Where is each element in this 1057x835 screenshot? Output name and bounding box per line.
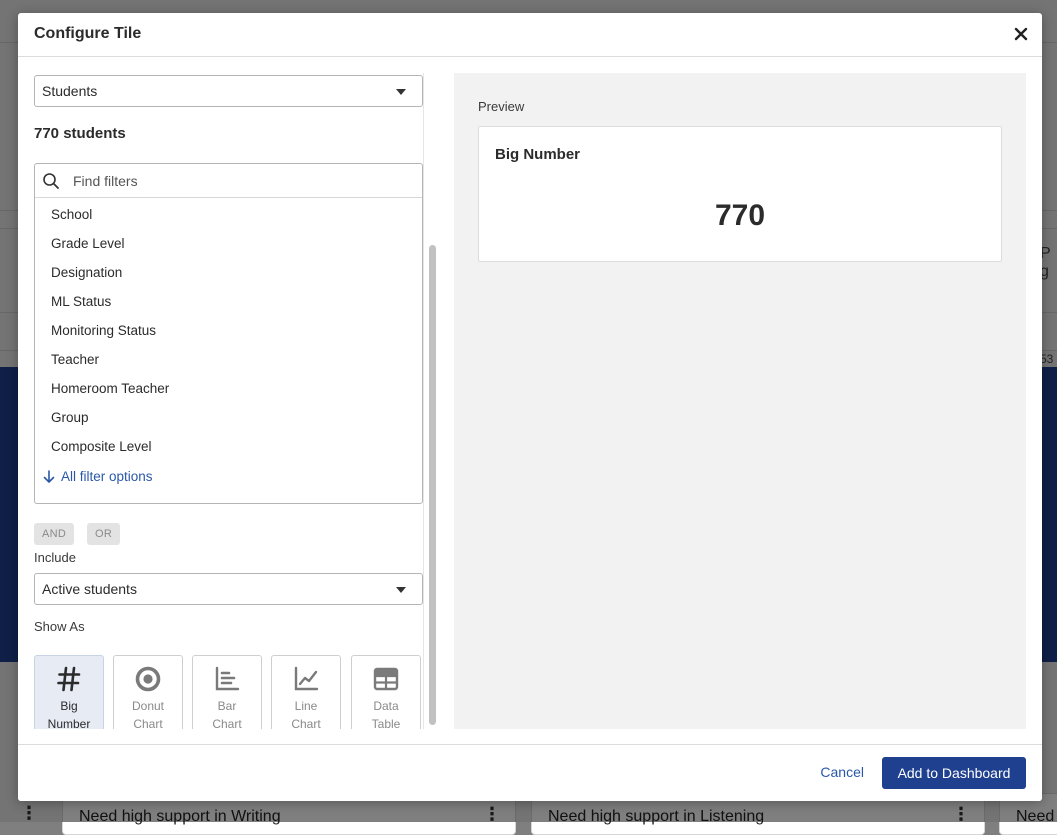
filter-list: School Grade Level Designation ML Status… xyxy=(35,200,422,461)
data-source-value: Students xyxy=(42,83,98,99)
show-as-data-table[interactable]: Data Table xyxy=(351,655,421,729)
configuration-panel: Students 770 students School Grade Level… xyxy=(34,73,423,729)
show-as-label-line2: Chart xyxy=(133,717,163,729)
filter-picker: School Grade Level Designation ML Status… xyxy=(34,163,423,504)
close-button[interactable] xyxy=(1010,23,1032,45)
filter-option-homeroom-teacher[interactable]: Homeroom Teacher xyxy=(35,374,422,403)
filter-option-monitoring-status[interactable]: Monitoring Status xyxy=(35,316,422,345)
show-as-label-line1: Bar xyxy=(217,699,237,713)
dialog-title: Configure Tile xyxy=(34,25,142,42)
hash-icon xyxy=(57,666,81,692)
filter-search-input[interactable] xyxy=(71,170,405,192)
show-as-bar-chart[interactable]: Bar Chart xyxy=(192,655,262,729)
show-as-label-line1: Data xyxy=(373,699,399,713)
arrow-down-icon xyxy=(43,469,55,483)
show-as-label-line1: Donut xyxy=(131,699,165,713)
and-button[interactable]: AND xyxy=(34,523,75,545)
configure-tile-dialog: Configure Tile Students 770 students Sch… xyxy=(18,13,1042,801)
show-as-label-line2: Table xyxy=(371,717,401,729)
caret-down-icon xyxy=(396,587,406,593)
search-icon xyxy=(43,173,59,189)
show-as-label-line1: Line xyxy=(294,699,318,713)
table-icon xyxy=(373,667,399,691)
filter-search-bar xyxy=(35,164,422,198)
show-as-label-line2: Chart xyxy=(212,717,242,729)
include-value: Active students xyxy=(42,581,137,597)
panel-scrollbar[interactable] xyxy=(423,73,440,729)
include-select[interactable]: Active students xyxy=(34,573,423,605)
filter-option-grade-level[interactable]: Grade Level xyxy=(35,229,422,258)
student-count: 770 students xyxy=(34,125,126,142)
donut-chart-icon xyxy=(135,666,161,692)
show-as-label-line2: Number xyxy=(47,717,91,729)
filter-option-designation[interactable]: Designation xyxy=(35,258,422,287)
add-to-dashboard-button[interactable]: Add to Dashboard xyxy=(882,757,1026,789)
preview-label: Preview xyxy=(478,99,525,114)
dialog-header: Configure Tile xyxy=(18,13,1042,57)
caret-down-icon xyxy=(396,89,406,95)
line-chart-icon xyxy=(294,666,319,691)
scrollbar-thumb[interactable] xyxy=(429,245,436,725)
show-as-label-line2: Chart xyxy=(291,717,321,729)
filter-option-ml-status[interactable]: ML Status xyxy=(35,287,422,316)
show-as-label-line1: Big xyxy=(60,699,78,713)
close-icon xyxy=(1014,27,1028,41)
show-as-label: Show As xyxy=(34,619,85,634)
include-label: Include xyxy=(34,550,76,565)
show-as-donut-chart[interactable]: Donut Chart xyxy=(113,655,183,729)
preview-panel: Preview Big Number 770 xyxy=(454,73,1026,729)
filter-option-school[interactable]: School xyxy=(35,200,422,229)
show-as-line-chart[interactable]: Line Chart xyxy=(271,655,341,729)
filter-option-teacher[interactable]: Teacher xyxy=(35,345,422,374)
all-filter-options-link[interactable]: All filter options xyxy=(43,469,153,484)
data-source-select[interactable]: Students xyxy=(34,75,423,107)
filter-option-composite-level[interactable]: Composite Level xyxy=(35,432,422,461)
preview-tile: Big Number 770 xyxy=(478,126,1002,262)
or-button[interactable]: OR xyxy=(87,523,121,545)
cancel-button[interactable]: Cancel xyxy=(820,764,864,780)
bar-chart-icon xyxy=(215,666,240,691)
all-filter-options-label: All filter options xyxy=(61,469,153,484)
preview-tile-title: Big Number xyxy=(495,146,581,163)
dialog-footer: Cancel Add to Dashboard xyxy=(18,744,1042,801)
preview-big-number: 770 xyxy=(714,199,766,232)
show-as-big-number[interactable]: Big Number xyxy=(34,655,104,729)
filter-option-group[interactable]: Group xyxy=(35,403,422,432)
